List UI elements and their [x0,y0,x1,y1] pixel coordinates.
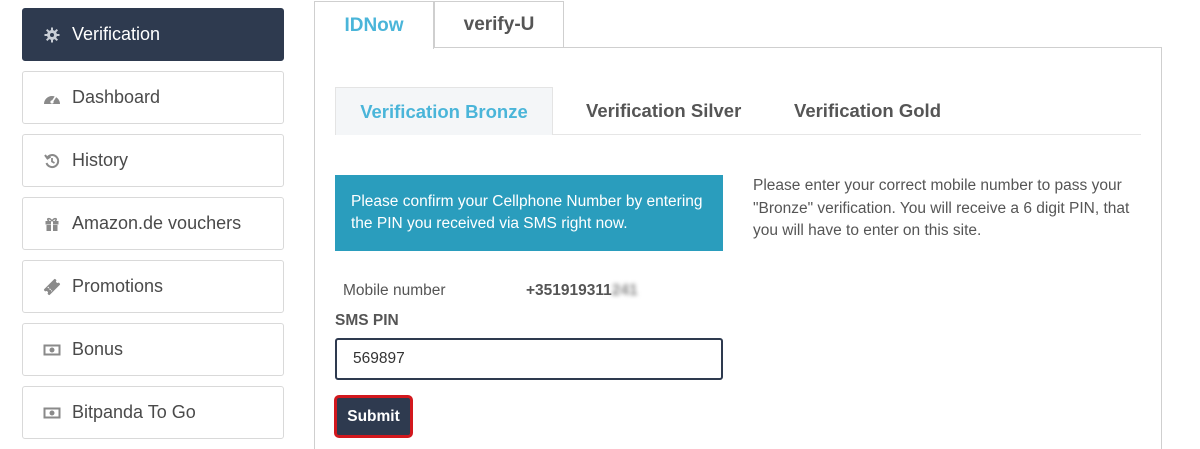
banknote-icon [43,341,61,359]
sidebar-item-amazon-vouchers[interactable]: Amazon.de vouchers [22,197,284,250]
tab-verification-silver[interactable]: Verification Silver [586,87,741,135]
gear-icon [43,26,61,44]
sidebar-item-label: Dashboard [72,87,161,107]
mobile-number-label: Mobile number [343,282,446,299]
gift-icon [43,215,61,233]
sidebar-item-label: Promotions [72,276,164,296]
sidebar-item-dashboard[interactable]: Dashboard [22,71,284,124]
sidebar-item-label: History [72,150,129,170]
sidebar-item-verification[interactable]: Verification [22,8,284,61]
banknote-icon [43,404,61,422]
tab-verification-bronze[interactable]: Verification Bronze [335,87,553,135]
sidebar-item-label: Bonus [72,339,124,359]
tab-idnow[interactable]: IDNow [314,1,434,49]
sidebar-item-label: Verification [72,24,161,44]
mobile-number-value: +351919311241 [526,282,638,300]
sidebar-item-label: Bitpanda To Go [72,402,196,422]
speedometer-icon [43,89,61,107]
mobile-number-visible: +351919311 [526,282,612,299]
sidebar-item-label: Amazon.de vouchers [72,213,242,233]
sms-pin-input[interactable] [335,338,723,380]
sidebar-item-promotions[interactable]: Promotions [22,260,284,313]
help-text: Please enter your correct mobile number … [753,177,1130,239]
history-icon [43,152,61,170]
sidebar-item-bonus[interactable]: Bonus [22,323,284,376]
sidebar-item-history[interactable]: History [22,134,284,187]
mobile-number-redacted: 241 [611,282,638,299]
sms-pin-label: SMS PIN [335,312,399,329]
sidebar-item-bitpanda-to-go[interactable]: Bitpanda To Go [22,386,284,439]
sms-info-box: Please confirm your Cellphone Number by … [335,175,723,251]
submit-button[interactable]: Submit [334,395,413,438]
tab-verification-gold[interactable]: Verification Gold [794,87,941,135]
tab-verify-u[interactable]: verify-U [434,1,564,48]
ticket-icon [43,278,61,296]
